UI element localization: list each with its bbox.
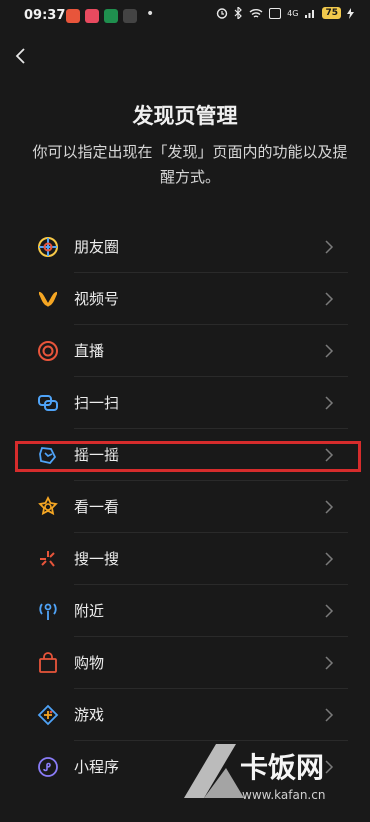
hd-icon <box>269 7 282 19</box>
list-item-search[interactable]: 搜一搜 <box>0 533 370 585</box>
page-description: 你可以指定出现在「发现」页面内的功能以及提醒方式。 <box>32 143 348 186</box>
app-notification-icon <box>85 9 99 23</box>
notification-icons <box>66 9 137 23</box>
scan-icon <box>38 395 58 411</box>
list-item-top-stories[interactable]: 看一看 <box>0 481 370 533</box>
list-item-channels[interactable]: 视频号 <box>0 273 370 325</box>
app-notification-icon <box>66 9 80 23</box>
list-item-nearby[interactable]: 附近 <box>0 585 370 637</box>
chevron-right-icon <box>325 552 334 566</box>
list-item-label: 朋友圈 <box>74 238 120 256</box>
chevron-right-icon <box>325 292 334 306</box>
system-icons: 4G 75 <box>216 7 354 19</box>
page-title: 发现页管理 <box>132 104 238 128</box>
status-bar: 09:37 • 4G 75 <box>0 0 370 34</box>
list-item-label: 小程序 <box>74 758 120 776</box>
alarm-icon <box>216 8 228 19</box>
discover-feature-list: 朋友圈 视频号 直播 扫一扫 摇一摇 看一看 搜一搜 附近 购物 游戏 小程序 <box>0 221 370 793</box>
status-time: 09:37 <box>24 8 66 23</box>
app-notification-icon <box>123 9 137 23</box>
bluetooth-icon <box>234 7 243 19</box>
list-item-scan[interactable]: 扫一扫 <box>0 377 370 429</box>
list-item-label: 游戏 <box>74 706 105 724</box>
channels-icon <box>38 291 58 308</box>
list-item-label: 扫一扫 <box>74 394 120 412</box>
watermark-brand: 卡饭网 <box>240 751 325 784</box>
top-stories-icon <box>38 496 58 516</box>
list-item-shopping[interactable]: 购物 <box>0 637 370 689</box>
list-item-label: 购物 <box>74 654 105 672</box>
battery-level: 75 <box>322 7 341 19</box>
charging-icon <box>347 7 354 19</box>
list-item-label: 搜一搜 <box>74 550 120 568</box>
highlight-box <box>15 441 361 472</box>
chevron-right-icon <box>325 604 334 618</box>
back-button[interactable] <box>10 44 34 68</box>
chevron-right-icon <box>325 500 334 514</box>
list-item-games[interactable]: 游戏 <box>0 689 370 741</box>
chevron-right-icon <box>325 396 334 410</box>
list-item-label: 视频号 <box>74 290 120 308</box>
chevron-right-icon <box>325 344 334 358</box>
nearby-icon <box>39 603 57 620</box>
moments-icon <box>38 237 58 257</box>
chevron-right-icon <box>325 656 334 670</box>
chevron-right-icon <box>325 240 334 254</box>
games-icon <box>37 704 59 726</box>
app-notification-icon <box>104 9 118 23</box>
chevron-right-icon <box>325 708 334 722</box>
mini-programs-icon <box>38 757 58 777</box>
list-item-live[interactable]: 直播 <box>0 325 370 377</box>
search-icon <box>40 551 55 567</box>
list-item-label: 附近 <box>74 602 105 620</box>
shopping-icon <box>39 652 57 673</box>
signal-icon <box>305 9 315 18</box>
list-item-moments[interactable]: 朋友圈 <box>0 221 370 273</box>
more-notifications-dot-icon: • <box>146 6 155 22</box>
live-icon <box>38 341 58 361</box>
wifi-icon <box>249 8 263 18</box>
list-item-label: 看一看 <box>74 498 120 516</box>
network-type: 4G <box>287 8 299 18</box>
list-item-label: 直播 <box>74 342 105 360</box>
watermark-url: www.kafan.cn <box>242 788 326 802</box>
